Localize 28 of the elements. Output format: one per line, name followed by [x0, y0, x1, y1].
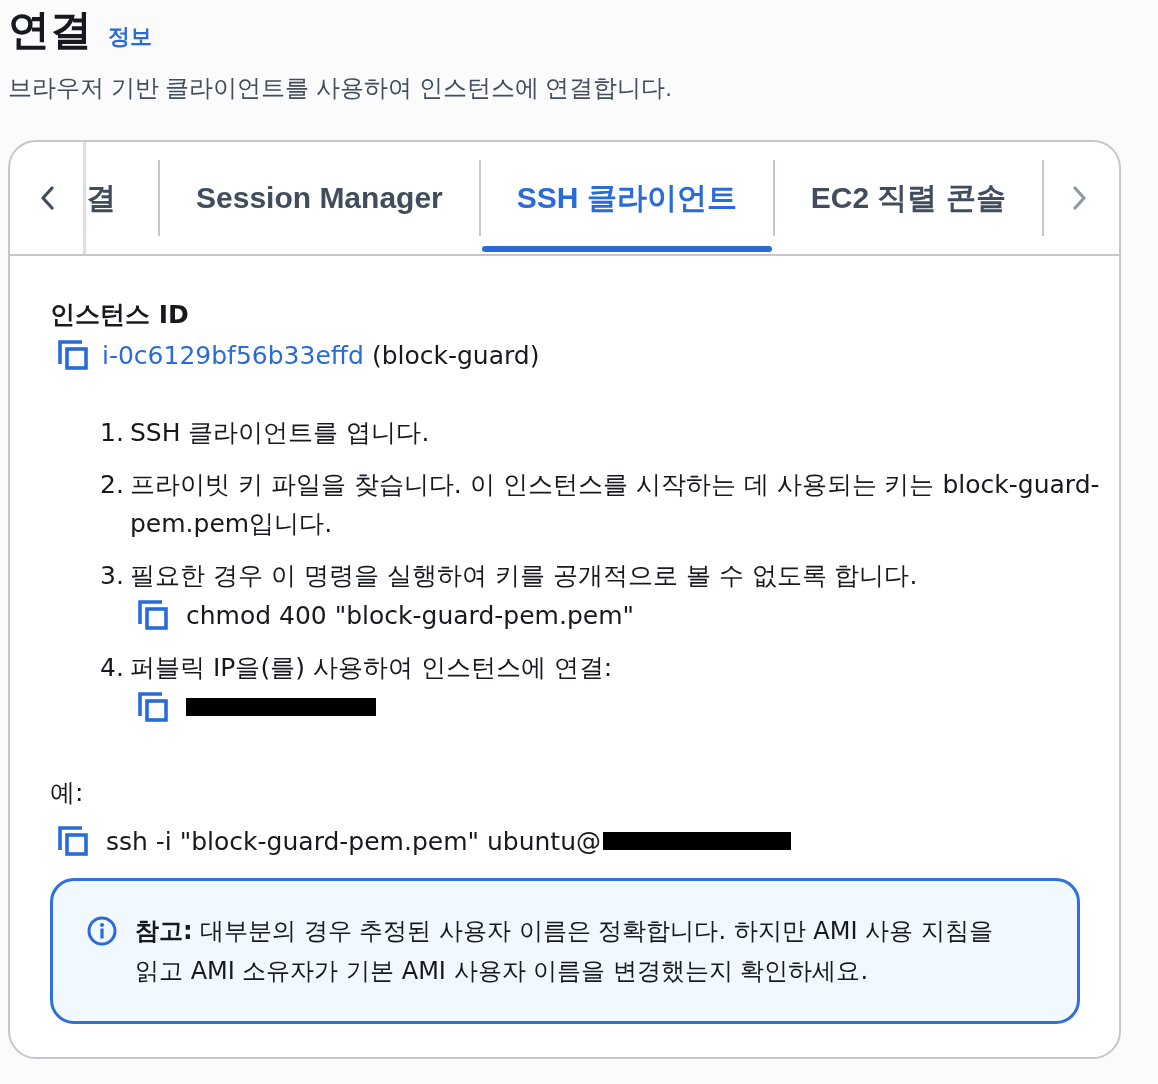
copy-icon[interactable]: [138, 692, 168, 722]
alert-text: 참고: 대부분의 경우 추정된 사용자 이름은 정확합니다. 하지만 AMI 사용 지침을 읽고 AMI 소유자가 기본 AMI 사용자 이름을 변경했는지 확인하세요.: [135, 916, 994, 987]
chevron-left-icon: [40, 186, 54, 210]
command-text: chmod 400 "block-guard-pem.pem": [186, 599, 634, 632]
step-number: 3.: [100, 560, 125, 592]
instance-id-link[interactable]: i-0c6129bf56b33effd: [102, 340, 364, 370]
step-number: 2.: [100, 469, 125, 501]
command-text: ssh -i "block-guard-pem.pem" ubuntu@: [106, 826, 602, 856]
step-number: 4.: [100, 652, 125, 684]
copy-icon[interactable]: [58, 340, 88, 370]
chevron-right-icon: [1072, 186, 1087, 210]
page-description: 브라우저 기반 클라이언트를 사용하여 인스턴스에 연결합니다.: [8, 73, 673, 103]
tab[interactable]: EC2 직렬 콘솔: [774, 142, 1042, 254]
tab[interactable]: Session Manager: [160, 142, 479, 254]
info-icon: [87, 916, 117, 946]
step-text: 필요한 경우 이 명령을 실행하여 키를 공개적으로 볼 수 없도록 합니다.: [130, 560, 919, 592]
copy-icon[interactable]: [58, 826, 88, 856]
page-title: 연결: [8, 5, 92, 55]
step-text: SSH 클라이언트를 엽니다.: [130, 417, 431, 449]
info-link[interactable]: 정보: [108, 22, 152, 52]
example-label: 예:: [50, 777, 85, 809]
step-number: 1.: [100, 417, 125, 449]
instance-name: (block-guard): [371, 340, 540, 370]
instance-id-label: 인스턴스 ID: [50, 299, 190, 331]
step-text: 프라이빗 키 파일을 찾습니다. 이 인스턴스를 시작하는 데 사용되는 키는 block-guard-pem.pem입니다.: [130, 469, 1100, 540]
tab[interactable]: SSH 클라이언트: [480, 142, 773, 254]
step-text: 퍼블릭 IP을(를) 사용하여 인스턴스에 연결:: [130, 652, 614, 684]
copy-icon[interactable]: [138, 600, 168, 630]
